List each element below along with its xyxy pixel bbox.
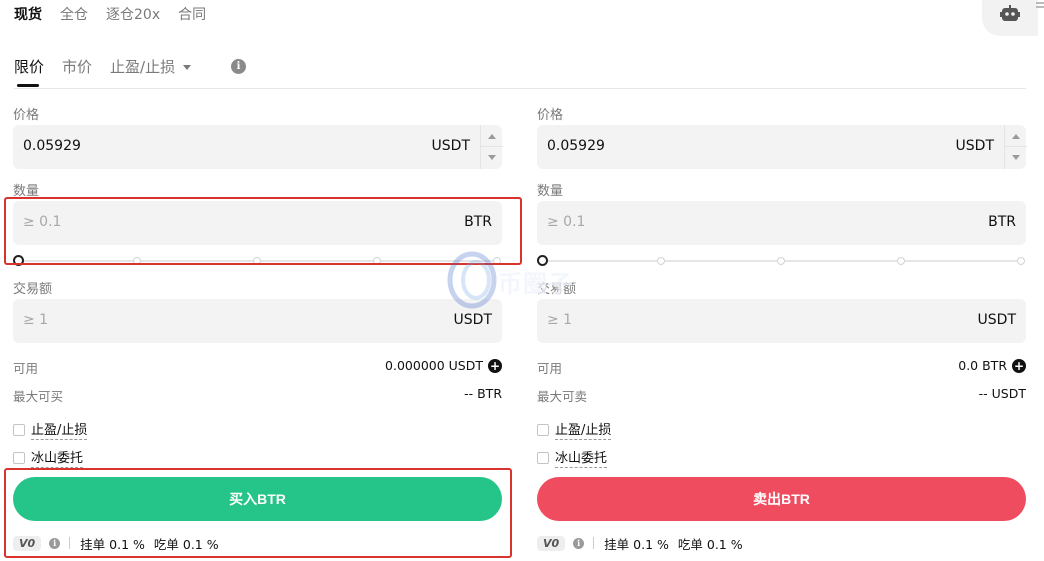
- max-buy-label: 最大可买: [13, 389, 64, 404]
- available-value: 0.0 BTR: [958, 358, 1007, 373]
- plus-icon[interactable]: +: [488, 358, 502, 373]
- slider-mark-25[interactable]: [657, 257, 665, 265]
- iceberg-label: 冰山委托: [555, 447, 608, 468]
- buy-tp-sl-checkbox[interactable]: 止盈/止损: [13, 419, 88, 440]
- buy-amount-placeholder: ≥ 0.1: [23, 214, 62, 230]
- sell-tp-sl-checkbox[interactable]: 止盈/止损: [537, 419, 612, 440]
- info-icon[interactable]: i: [231, 59, 246, 74]
- maker-fee: 挂单 0.1 %: [604, 536, 669, 552]
- buy-price-stepper[interactable]: [480, 125, 503, 169]
- max-sell-value: -- USDT: [978, 386, 1026, 401]
- robot-icon: [1000, 5, 1020, 21]
- fee-rate-row: V0 i 挂单 0.1 % 吃单 0.1 %: [13, 534, 228, 552]
- sell-price-unit: USDT: [955, 138, 994, 154]
- increment-icon[interactable]: [1012, 134, 1020, 139]
- slider-mark-50[interactable]: [253, 257, 261, 265]
- slider-mark-100[interactable]: [493, 257, 501, 265]
- sell-total-unit: USDT: [977, 312, 1016, 328]
- slider-mark-100[interactable]: [1017, 257, 1025, 265]
- taker-fee: 吃单 0.1 %: [153, 536, 219, 552]
- vip-badge[interactable]: V0: [13, 535, 42, 551]
- taker-fee: 吃单 0.1 %: [677, 536, 743, 552]
- info-icon[interactable]: i: [49, 537, 61, 549]
- checkbox[interactable]: [13, 423, 25, 436]
- available-label: 可用: [537, 361, 563, 376]
- plus-icon[interactable]: +: [1012, 358, 1026, 373]
- sell-amount-unit: BTR: [988, 214, 1016, 230]
- sell-price-stepper[interactable]: [1004, 125, 1027, 169]
- tab-contract[interactable]: 合同: [178, 4, 206, 24]
- slider-mark-25[interactable]: [133, 257, 141, 265]
- buy-price-input[interactable]: 0.05929 USDT: [13, 125, 503, 169]
- max-buy-value: -- BTR: [464, 386, 502, 401]
- tab-tp-sl-dropdown[interactable]: 止盈/止损: [110, 56, 192, 77]
- slider-mark-50[interactable]: [777, 257, 785, 265]
- tab-cross-margin[interactable]: 全仓: [60, 4, 88, 24]
- tp-sl-label: 止盈/止损: [31, 419, 88, 440]
- available-value: 0.000000 USDT: [385, 358, 483, 373]
- iceberg-label: 冰山委托: [31, 447, 84, 468]
- buy-total-unit: USDT: [453, 312, 492, 328]
- fee-rate-row: V0 i 挂单 0.1 % 吃单 0.1 %: [537, 534, 752, 552]
- tab-limit-order[interactable]: 限价: [14, 56, 44, 87]
- checkbox[interactable]: [537, 451, 549, 464]
- trading-bot-button[interactable]: [982, 0, 1038, 36]
- tab-isolated-margin[interactable]: 逐仓20x: [106, 4, 160, 24]
- buy-price-label: 价格: [13, 108, 40, 123]
- maker-fee: 挂单 0.1 %: [80, 536, 145, 552]
- menu-icon[interactable]: [1036, 2, 1044, 12]
- sell-price-label: 价格: [537, 108, 564, 123]
- tab-tp-sl-label: 止盈/止损: [110, 57, 176, 76]
- checkbox[interactable]: [537, 423, 549, 436]
- buy-price-value: 0.05929: [23, 138, 81, 154]
- buy-total-placeholder: ≥ 1: [23, 312, 49, 328]
- buy-button[interactable]: 买入BTR: [13, 477, 502, 521]
- buy-amount-label: 数量: [13, 184, 40, 199]
- sell-iceberg-checkbox[interactable]: 冰山委托: [537, 447, 608, 468]
- max-sell-label: 最大可卖: [537, 389, 588, 404]
- decrement-icon[interactable]: [1012, 155, 1020, 160]
- decrement-icon[interactable]: [488, 155, 496, 160]
- tp-sl-label: 止盈/止损: [555, 419, 612, 440]
- buy-total-input[interactable]: ≥ 1 USDT: [13, 299, 502, 343]
- sell-amount-input[interactable]: ≥ 0.1 BTR: [537, 201, 1026, 245]
- divider: [14, 88, 1026, 89]
- buy-price-unit: USDT: [431, 138, 470, 154]
- buy-amount-slider[interactable]: [13, 254, 502, 268]
- account-type-tabs: 现货 全仓 逐仓20x 合同: [14, 4, 224, 24]
- buy-amount-unit: BTR: [464, 214, 492, 230]
- slider-handle[interactable]: [537, 255, 548, 266]
- sell-price-value: 0.05929: [547, 138, 605, 154]
- sell-price-input[interactable]: 0.05929 USDT: [537, 125, 1027, 169]
- buy-amount-input[interactable]: ≥ 0.1 BTR: [13, 201, 502, 245]
- sell-amount-slider[interactable]: [537, 254, 1026, 268]
- sell-amount-placeholder: ≥ 0.1: [547, 214, 586, 230]
- slider-mark-75[interactable]: [373, 257, 381, 265]
- slider-handle[interactable]: [13, 255, 24, 266]
- order-type-tabs: 限价 市价 止盈/止损: [14, 56, 209, 87]
- info-icon[interactable]: i: [573, 537, 585, 549]
- vip-badge[interactable]: V0: [537, 535, 566, 551]
- sell-total-label: 交易额: [537, 282, 577, 297]
- buy-iceberg-checkbox[interactable]: 冰山委托: [13, 447, 84, 468]
- sell-button[interactable]: 卖出BTR: [537, 477, 1026, 521]
- checkbox[interactable]: [13, 451, 25, 464]
- tab-spot[interactable]: 现货: [14, 4, 42, 24]
- sell-amount-label: 数量: [537, 184, 564, 199]
- sell-total-placeholder: ≥ 1: [547, 312, 573, 328]
- available-label: 可用: [13, 361, 39, 376]
- slider-mark-75[interactable]: [897, 257, 905, 265]
- increment-icon[interactable]: [488, 134, 496, 139]
- buy-total-label: 交易额: [13, 282, 53, 297]
- chevron-down-icon: [183, 64, 192, 70]
- sell-total-input[interactable]: ≥ 1 USDT: [537, 299, 1026, 343]
- tab-market-order[interactable]: 市价: [62, 56, 92, 77]
